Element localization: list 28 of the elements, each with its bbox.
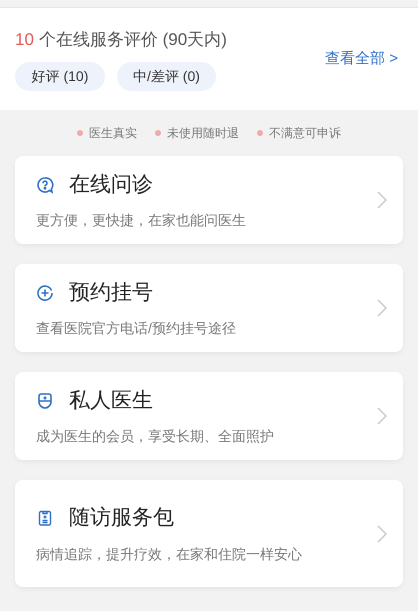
chevron-right-icon <box>377 299 387 317</box>
chevron-right-icon <box>377 524 387 542</box>
service-card[interactable]: 随访服务包 病情追踪，提升疗效，在家和住院一样安心 <box>15 480 403 587</box>
chevron-right-icon <box>377 407 387 425</box>
service-title: 在线问诊 <box>69 172 153 198</box>
service-description: 成为医生的会员，享受长期、全面照护 <box>36 427 274 446</box>
service-description: 查看医院官方电话/预约挂号途径 <box>36 319 236 338</box>
shield-icon <box>36 392 54 410</box>
chevron-right-icon <box>377 191 387 209</box>
service-title: 私人医生 <box>69 388 153 414</box>
view-all-link[interactable]: 查看全部 > <box>325 48 398 70</box>
question-bubble-icon <box>36 176 54 194</box>
review-filter-chip[interactable]: 好评 (10) <box>15 62 105 92</box>
review-filter-chip[interactable]: 中/差评 (0) <box>117 62 216 92</box>
service-card[interactable]: 私人医生 成为医生的会员，享受长期、全面照护 <box>15 372 403 460</box>
service-description: 更方便，更快捷，在家也能问医生 <box>36 211 246 230</box>
guarantee-text: 医生真实 <box>89 125 137 142</box>
service-card[interactable]: 预约挂号 查看医院官方电话/预约挂号途径 <box>15 264 403 352</box>
service-description: 病情追踪，提升疗效，在家和住院一样安心 <box>36 544 302 564</box>
service-title: 随访服务包 <box>69 505 174 532</box>
guarantee-text: 不满意可申诉 <box>269 125 341 142</box>
clipboard-icon <box>36 509 54 527</box>
review-count: 10 <box>15 28 34 51</box>
service-card[interactable]: 在线问诊 更方便，更快捷，在家也能问医生 <box>15 156 403 244</box>
plus-circle-icon <box>36 284 54 302</box>
guarantee-text: 未使用随时退 <box>167 125 239 142</box>
service-title: 预约挂号 <box>69 280 153 306</box>
review-summary: 个在线服务评价 (90天内) <box>38 28 227 51</box>
